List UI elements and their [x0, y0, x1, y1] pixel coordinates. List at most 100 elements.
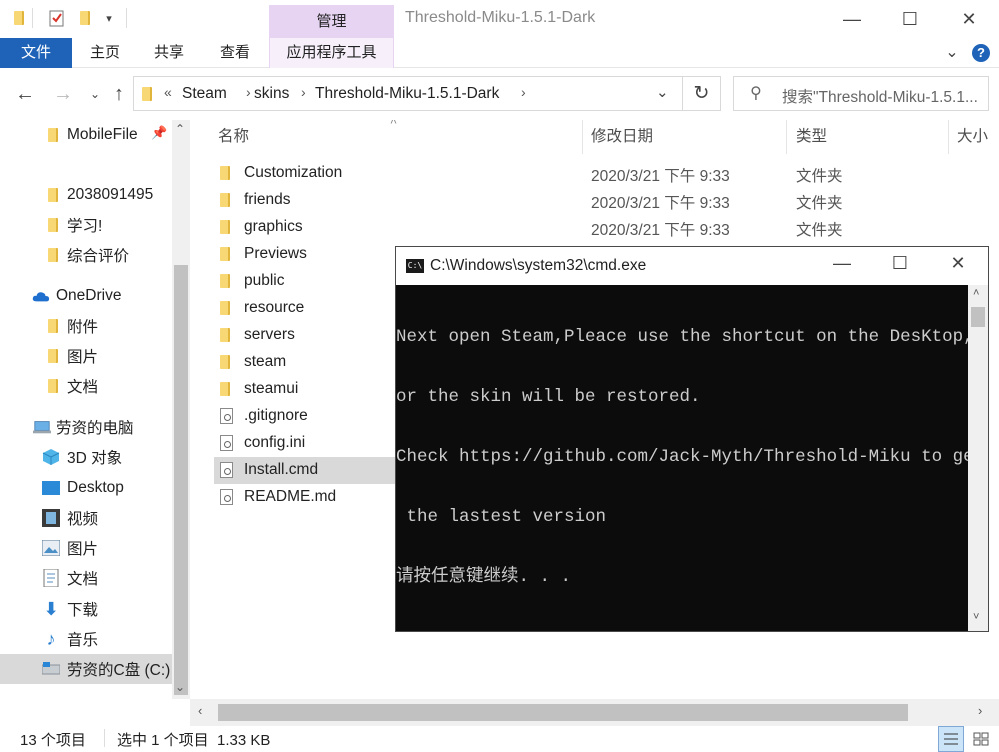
nav-item-this-pc[interactable]: 劳资的电脑: [0, 412, 172, 442]
chevron-up-icon[interactable]: ⌃: [175, 122, 185, 136]
nav-item-mobilefile[interactable]: MobileFile 📌: [0, 120, 172, 150]
nav-item-onedrive[interactable]: OneDrive: [0, 281, 172, 311]
cube-icon: [42, 448, 60, 466]
file-name: Customization: [244, 164, 343, 181]
column-divider[interactable]: [786, 120, 787, 154]
tab-manage[interactable]: 管理: [269, 5, 394, 38]
console-output[interactable]: Next open Steam,Pleace use the shortcut …: [396, 287, 984, 627]
nav-item-study[interactable]: 学习!: [0, 210, 172, 240]
folder-icon[interactable]: [8, 6, 30, 30]
tab-home[interactable]: 主页: [76, 38, 134, 68]
nav-item-c-drive[interactable]: 劳资的C盘 (C:): [0, 654, 172, 684]
close-button[interactable]: ✕: [939, 0, 999, 38]
properties-icon[interactable]: [46, 6, 68, 30]
tab-file[interactable]: 文件: [0, 38, 72, 68]
table-row[interactable]: Install.cmd: [214, 457, 414, 484]
nav-item-2038091495[interactable]: 2038091495: [0, 180, 172, 210]
chevron-right-icon[interactable]: ›: [246, 84, 251, 100]
nav-scrollbar[interactable]: ⌃ ⌄: [172, 120, 190, 699]
nav-item-3d-objects[interactable]: 3D 对象: [0, 442, 172, 472]
nav-label: 2038091495: [67, 186, 154, 203]
file-name: graphics: [244, 218, 303, 235]
minimize-button[interactable]: —: [822, 0, 882, 38]
table-row[interactable]: Customization 2020/3/21 下午 9:33 文件夹: [214, 160, 994, 187]
new-folder-icon[interactable]: [74, 6, 96, 30]
details-view-icon[interactable]: [938, 726, 964, 752]
item-count: 13 个项目: [20, 732, 86, 749]
up-arrow-icon[interactable]: ↑: [106, 80, 132, 108]
console-scrollbar[interactable]: ˄ ˅: [968, 285, 988, 631]
forward-arrow-icon[interactable]: →: [50, 80, 76, 108]
column-divider[interactable]: [582, 120, 583, 154]
tab-share[interactable]: 共享: [140, 38, 198, 68]
nav-item-evaluation[interactable]: 综合评价: [0, 240, 172, 270]
nav-item-downloads[interactable]: ⬇ 下载: [0, 594, 172, 624]
folder-icon: [44, 317, 62, 335]
file-name: README.md: [244, 488, 337, 505]
chevron-down-icon[interactable]: ⌄: [656, 83, 669, 101]
table-row[interactable]: graphics 2020/3/21 下午 9:33 文件夹: [214, 214, 994, 241]
pin-icon[interactable]: 📌: [151, 125, 167, 141]
chevron-down-icon[interactable]: ⌄: [175, 680, 185, 694]
large-icons-view-icon[interactable]: [968, 726, 994, 752]
tab-view[interactable]: 查看: [204, 38, 266, 68]
file-name: resource: [244, 299, 305, 316]
scrollbar-thumb[interactable]: [174, 265, 188, 695]
chevron-up-icon[interactable]: ˄: [973, 287, 979, 299]
column-header-size[interactable]: 大小: [957, 120, 988, 154]
customize-quick-access-icon[interactable]: ▾: [98, 6, 120, 30]
nav-label: 视频: [67, 511, 99, 528]
horizontal-scrollbar[interactable]: ‹ ›: [190, 699, 999, 726]
chevron-right-icon[interactable]: ›: [521, 84, 526, 100]
drive-icon: [42, 660, 60, 678]
close-button[interactable]: ✕: [930, 253, 986, 274]
nav-item-onedrive-documents[interactable]: 文档: [0, 371, 172, 401]
column-header-name[interactable]: 名称: [218, 120, 249, 154]
breadcrumb-current[interactable]: Threshold-Miku-1.5.1-Dark: [315, 85, 499, 103]
nav-item-network[interactable]: 网络: [0, 695, 172, 699]
folder-icon: [220, 192, 236, 208]
address-bar[interactable]: « Steam › skins › Threshold-Miku-1.5.1-D…: [133, 76, 683, 111]
scrollbar-thumb[interactable]: [971, 307, 985, 327]
nav-item-onedrive-pictures[interactable]: 图片: [0, 341, 172, 371]
nav-label: 附件: [67, 319, 99, 336]
nav-item-attachments[interactable]: 附件: [0, 311, 172, 341]
cmd-title-bar[interactable]: C:\ C:\Windows\system32\cmd.exe — ☐ ✕: [396, 247, 988, 285]
breadcrumb-overflow[interactable]: «: [164, 84, 172, 100]
chevron-left-icon[interactable]: ‹: [198, 703, 202, 718]
nav-item-desktop[interactable]: Desktop: [0, 473, 172, 503]
sort-ascending-icon: ˄: [390, 120, 398, 128]
terminal-icon: C:\: [406, 259, 424, 273]
column-header-date[interactable]: 修改日期: [591, 120, 653, 154]
maximize-button[interactable]: ☐: [872, 253, 928, 274]
breadcrumb-skins[interactable]: skins: [254, 85, 289, 103]
back-arrow-icon[interactable]: ←: [12, 80, 38, 108]
chevron-right-icon[interactable]: ›: [978, 703, 982, 718]
tab-application-tools[interactable]: 应用程序工具: [269, 38, 394, 68]
breadcrumb-steam[interactable]: Steam: [182, 85, 227, 103]
chevron-down-icon[interactable]: ˅: [973, 611, 979, 623]
folder-icon: [44, 186, 62, 204]
table-row[interactable]: friends 2020/3/21 下午 9:33 文件夹: [214, 187, 994, 214]
console-line: the lastest version: [396, 507, 607, 527]
help-button[interactable]: ?: [968, 38, 994, 68]
nav-label: OneDrive: [56, 287, 122, 304]
maximize-button[interactable]: ☐: [880, 0, 940, 38]
folder-icon: [220, 246, 236, 262]
column-divider[interactable]: [948, 120, 949, 154]
refresh-icon[interactable]: ↻: [683, 76, 721, 111]
chevron-down-icon[interactable]: ⌄: [940, 38, 964, 68]
nav-item-pictures[interactable]: 图片: [0, 533, 172, 563]
chevron-right-icon[interactable]: ›: [301, 84, 306, 100]
cmd-window[interactable]: C:\ C:\Windows\system32\cmd.exe — ☐ ✕ Ne…: [395, 246, 989, 632]
nav-item-videos[interactable]: 视频: [0, 503, 172, 533]
column-header-type[interactable]: 类型: [796, 120, 827, 154]
recent-locations-icon[interactable]: ⌄: [82, 80, 108, 108]
file-icon: [220, 462, 236, 478]
nav-item-music[interactable]: ♪ 音乐: [0, 624, 172, 654]
nav-item-documents[interactable]: 文档: [0, 563, 172, 593]
minimize-button[interactable]: —: [812, 253, 872, 274]
search-input[interactable]: ⚲ 搜索"Threshold-Miku-1.5.1...: [733, 76, 989, 111]
scrollbar-thumb[interactable]: [218, 704, 908, 721]
nav-label: 图片: [67, 541, 99, 558]
